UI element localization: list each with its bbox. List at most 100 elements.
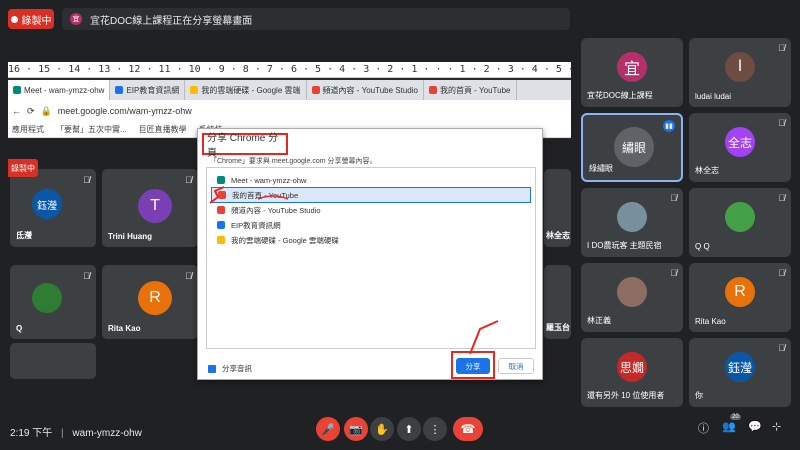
arrow-annotation [469,320,499,355]
tab-favicon-icon [190,86,199,94]
mic-off-icon: 🎙̸ [670,193,677,203]
more-icon: ⋮ [429,423,441,436]
info-icon[interactable]: ⓘ [698,420,709,436]
tab-label: 我的雲端硬碟 - Google 雲端 [201,85,301,95]
raise-hand-button[interactable]: ✋ [370,417,394,441]
participant-name: ludai ludai [695,92,732,101]
mic-off-icon: 🎙̸ [83,271,90,281]
inner-name: Trini Huang [108,232,152,241]
participant-avatar [725,202,755,232]
browser-tab: 頻道內容 - YouTube Studio [307,80,424,100]
mic-off-icon: 🎙̸ [778,118,785,128]
browser-tab: EIP教育資訊網 [110,80,186,100]
back-icon: ← [12,106,21,116]
mic-off-icon: 🎙̸ [670,268,677,278]
mic-off-icon: 🎙̸ [778,268,785,278]
participant-tile[interactable]: 🎙̸ 鈺瀅你 [689,338,791,407]
participant-count-badge: 20 [730,414,741,420]
divider: | [61,428,64,439]
annotation-marks [209,186,499,355]
lock-icon: 🔒 [40,105,52,116]
inner-tile: 🎙̸ Q [10,265,96,339]
inner-tile: 林全志 [544,169,571,247]
recording-indicator[interactable]: 錄製中 [8,9,54,29]
participant-name: Q Q [695,242,710,251]
mic-off-button[interactable]: 🎤 [316,417,340,441]
inner-tile [10,343,96,379]
participant-tile[interactable]: 🎙̸ l ludai ludai [689,38,791,107]
underline-annotation [257,195,289,200]
tab-favicon-icon [13,86,21,94]
participant-avatar [617,202,647,232]
tab-label: EIP教育資訊網 [126,85,180,95]
tab-label: 我的首頁 - YouTube [439,85,511,95]
participant-tile[interactable]: 🎙̸ R Rita Kao [689,263,791,332]
tab-label: Meet - wam-ymzz-ohw [24,85,105,95]
present-icon: ⬆ [404,423,414,436]
participant-tile[interactable]: ▮▮ 繡眼 綠繡眼 [581,113,683,182]
inner-recording-badge: 錄製中 [8,159,38,177]
participant-name: 還有另外 10 位使用者 [587,391,665,400]
mic-off-icon: 🎙̸ [778,193,785,203]
tab-label: 頻道內容 - YouTube Studio [322,85,418,95]
more-options-button[interactable]: ⋮ [423,417,447,441]
inner-tile: 🎙̸ 鈺瀅 氐瀅 [10,169,96,247]
people-icon[interactable]: 👥 [722,420,736,433]
mic-off-icon: 🎤 [321,423,335,436]
recording-label: 錄製中 [21,15,52,27]
clock-time: 2:19 下午 [10,428,53,439]
participant-tile[interactable]: 🎙̸ I DO農玩客 主題民宿 [581,188,683,257]
presenter-avatar: 宜 [70,13,82,25]
mic-off-icon: 🎙̸ [83,175,90,185]
activities-icon[interactable]: ⊹ [772,420,781,433]
participant-tile[interactable]: 🎙̸ Q Q [689,188,791,257]
ruler: 16 · 15 · 14 · 13 · 12 · 11 · 10 · 9 · 8… [8,62,571,78]
participant-name: 你 [695,391,703,400]
share-notice-text: 宜花DOC線上課程正在分享螢幕畫面 [90,15,253,27]
hand-icon: ✋ [375,423,389,436]
participant-name: Rita Kao [695,317,726,326]
chat-icon[interactable]: 💬 [748,420,762,433]
inner-avatar: R [138,281,172,315]
participant-name: 宜花DOC線上課程 [587,91,653,100]
participant-avatar: l [725,52,755,82]
browser-tab: Meet - wam-ymzz-ohw [8,80,111,100]
tab-favicon-icon [428,86,437,94]
inner-name: 氐瀅 [16,231,32,240]
participant-avatar: 全志 [725,127,755,157]
inner-tile: 🎙̸ R Rita Kao [102,265,198,339]
leave-call-button[interactable]: ☎ [453,417,483,441]
address-text: meet.google.com/wam-ymzz-ohw [57,106,192,116]
check-annotation [209,186,225,204]
inner-avatar: 鈺瀅 [32,189,62,219]
participant-tile[interactable]: 🎙̸ 林正義 [581,263,683,332]
mic-off-icon: 🎙̸ [185,175,192,185]
reload-icon: ⟳ [27,105,35,116]
inner-tile: 羅玉台 [544,265,571,339]
camera-off-button[interactable]: 📷 [344,417,368,441]
participant-avatar: 宜 [617,52,647,82]
inner-avatar: T [138,189,172,223]
tab-favicon-icon [311,86,320,94]
present-button[interactable]: ⬆ [397,417,421,441]
participant-avatar: 鈺瀅 [725,352,755,382]
browser-tabs: Meet - wam-ymzz-ohw EIP教育資訊網 我的雲端硬碟 - Goog… [8,80,571,100]
inner-name: 林全志 [546,231,570,240]
inner-name: Q [16,324,23,333]
participant-avatar: 思嫺 [617,352,647,382]
participant-name: I DO農玩客 主題民宿 [587,241,662,250]
participant-tile[interactable]: 🎙̸ 全志 林全志 [689,113,791,182]
camera-off-icon: 📷 [349,423,363,436]
screen-share-notice: 宜 宜花DOC線上課程正在分享螢幕畫面 [62,8,570,30]
participant-name: 林正義 [587,316,611,325]
participant-tile[interactable]: 宜宜花DOC線上課程 [581,38,683,107]
mic-off-icon: 🎙̸ [778,343,785,353]
bookmark-item: 巨匠直播教學 [138,125,187,134]
meeting-info: 2:19 下午 | wam-ymzz-ohw [10,424,142,439]
browser-tab: 我的首頁 - YouTube [424,80,517,100]
meeting-code: wam-ymzz-ohw [72,428,142,439]
participant-avatar [617,277,647,307]
bookmark-item: 「要幫」五次中實... [56,125,127,134]
participant-tile[interactable]: 思嫺還有另外 10 位使用者 [581,338,683,407]
tab-favicon-icon [115,86,124,94]
